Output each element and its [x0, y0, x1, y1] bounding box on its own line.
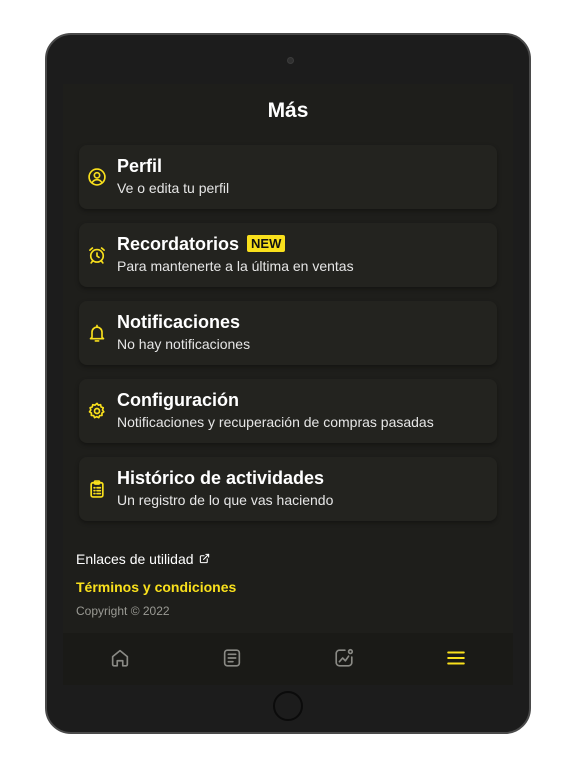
- tablet-frame: Más Perfil Ve o edita tu perfil Recordat…: [45, 33, 531, 734]
- bell-icon: [87, 323, 107, 343]
- menu-item-title: Recordatorios NEW: [117, 234, 286, 255]
- gear-icon: [87, 401, 107, 421]
- menu-item-subtitle: Ve o edita tu perfil: [117, 180, 230, 196]
- menu-item-title: Histórico de actividades: [117, 468, 325, 488]
- menu-item-subtitle: No hay notificaciones: [117, 336, 251, 352]
- menu-item-activity-history[interactable]: Histórico de actividades Un registro de …: [79, 457, 497, 521]
- tab-list[interactable]: [221, 647, 243, 669]
- tab-home[interactable]: [109, 647, 131, 669]
- page-title: Más: [267, 99, 309, 122]
- tab-bar: [63, 633, 513, 685]
- menu-item-notifications[interactable]: Notificaciones No hay notificaciones: [79, 301, 497, 365]
- list-icon: [223, 649, 241, 667]
- copyright: Copyright © 2022: [76, 604, 170, 618]
- home-icon: [111, 649, 129, 667]
- menu-item-settings[interactable]: Configuración Notificaciones y recuperac…: [79, 379, 497, 443]
- tab-more[interactable]: [445, 647, 467, 669]
- menu-item-profile[interactable]: Perfil Ve o edita tu perfil: [79, 145, 497, 209]
- alarm-clock-icon: [87, 245, 107, 265]
- useful-links[interactable]: Enlaces de utilidad: [76, 551, 210, 567]
- clipboard-icon: [87, 479, 107, 499]
- chart-icon: [335, 648, 354, 667]
- screen: Más Perfil Ve o edita tu perfil Recordat…: [63, 84, 513, 685]
- camera: [287, 57, 294, 64]
- new-badge: NEW: [247, 235, 286, 252]
- menu-item-title: Configuración: [117, 390, 239, 410]
- menu-item-reminders[interactable]: Recordatorios NEW Para mantenerte a la úl…: [79, 223, 497, 287]
- home-button[interactable]: [273, 691, 303, 721]
- terms-link[interactable]: Términos y condiciones: [76, 579, 236, 595]
- menu-item-title: Notificaciones: [117, 312, 241, 332]
- menu-item-subtitle: Para mantenerte a la última en ventas: [117, 258, 354, 274]
- menu-item-subtitle: Notificaciones y recuperación de compras…: [117, 414, 434, 430]
- useful-links-label: Enlaces de utilidad: [76, 551, 194, 567]
- menu-icon: [447, 651, 465, 665]
- tab-stats[interactable]: [333, 647, 355, 669]
- user-circle-icon: [87, 167, 107, 187]
- external-link-icon: [199, 553, 209, 564]
- menu-item-title: Perfil: [117, 156, 163, 176]
- menu-item-subtitle: Un registro de lo que vas haciendo: [117, 492, 334, 508]
- menu-item-title-text: Recordatorios: [117, 234, 240, 254]
